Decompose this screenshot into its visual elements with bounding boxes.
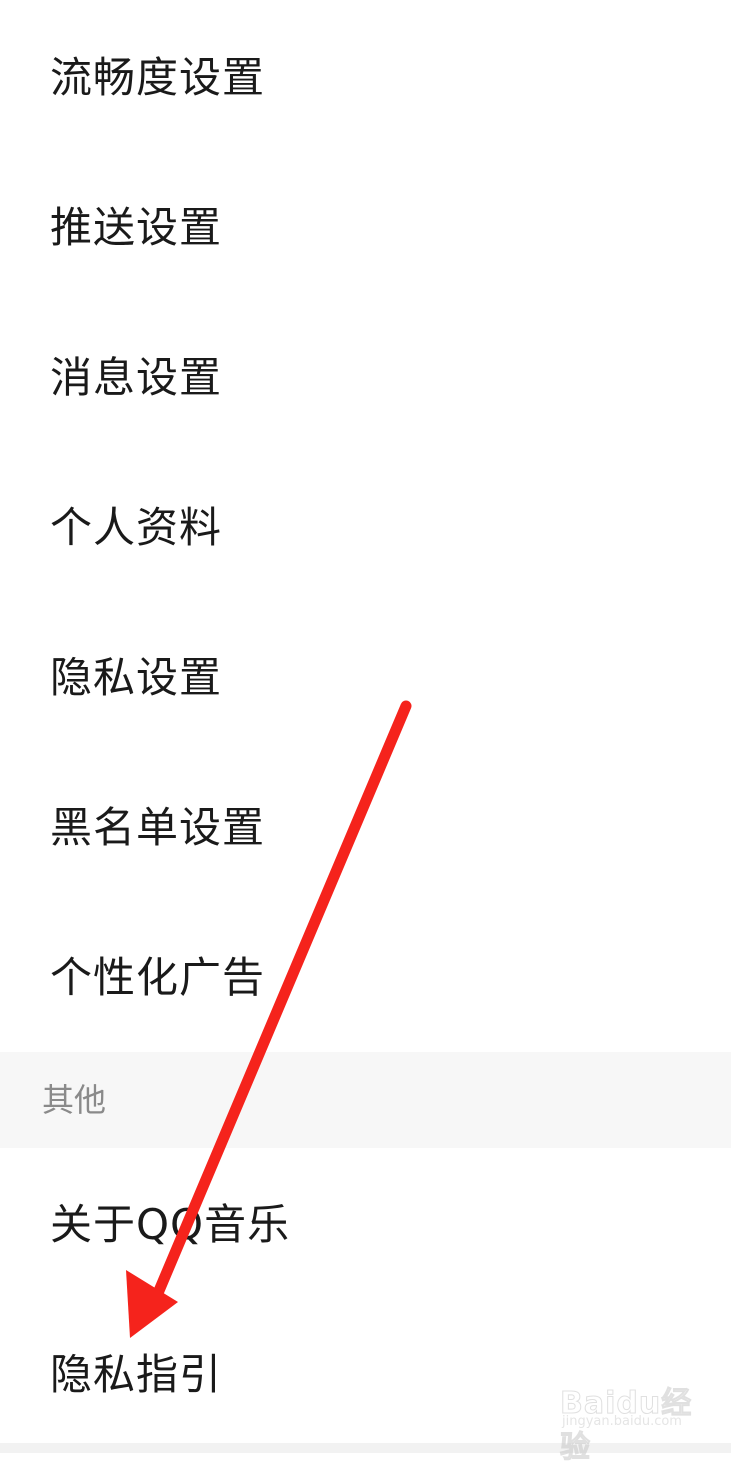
setting-item-privacy[interactable]: 隐私设置	[0, 603, 731, 753]
setting-item-push[interactable]: 推送设置	[0, 153, 731, 303]
settings-list: 流畅度设置 推送设置 消息设置 个人资料 隐私设置 黑名单设置 个性化广告 其他…	[0, 0, 731, 1453]
setting-item-personalized-ads[interactable]: 个性化广告	[0, 903, 731, 1053]
setting-item-label: 消息设置	[50, 353, 223, 402]
section-header-other: 其他	[0, 1052, 731, 1148]
watermark-url: jingyan.baidu.com	[562, 1414, 682, 1429]
setting-item-label: 推送设置	[50, 203, 223, 252]
setting-item-about[interactable]: 关于QQ音乐	[0, 1150, 731, 1300]
setting-item-label: 个性化广告	[50, 953, 266, 1002]
section-header-label: 其他	[42, 1081, 107, 1119]
setting-item-label: 关于QQ音乐	[50, 1200, 291, 1249]
setting-item-label: 个人资料	[50, 503, 223, 552]
setting-item-profile[interactable]: 个人资料	[0, 453, 731, 603]
setting-item-smoothness[interactable]: 流畅度设置	[0, 3, 731, 153]
setting-item-label: 隐私设置	[50, 653, 223, 702]
setting-item-label: 隐私指引	[50, 1350, 223, 1399]
setting-item-label: 流畅度设置	[50, 53, 266, 102]
watermark-logo: Baidu经验 jingyan.baidu.com	[560, 1378, 710, 1466]
setting-item-messages[interactable]: 消息设置	[0, 303, 731, 453]
setting-item-blacklist[interactable]: 黑名单设置	[0, 753, 731, 903]
setting-item-label: 黑名单设置	[50, 803, 266, 852]
